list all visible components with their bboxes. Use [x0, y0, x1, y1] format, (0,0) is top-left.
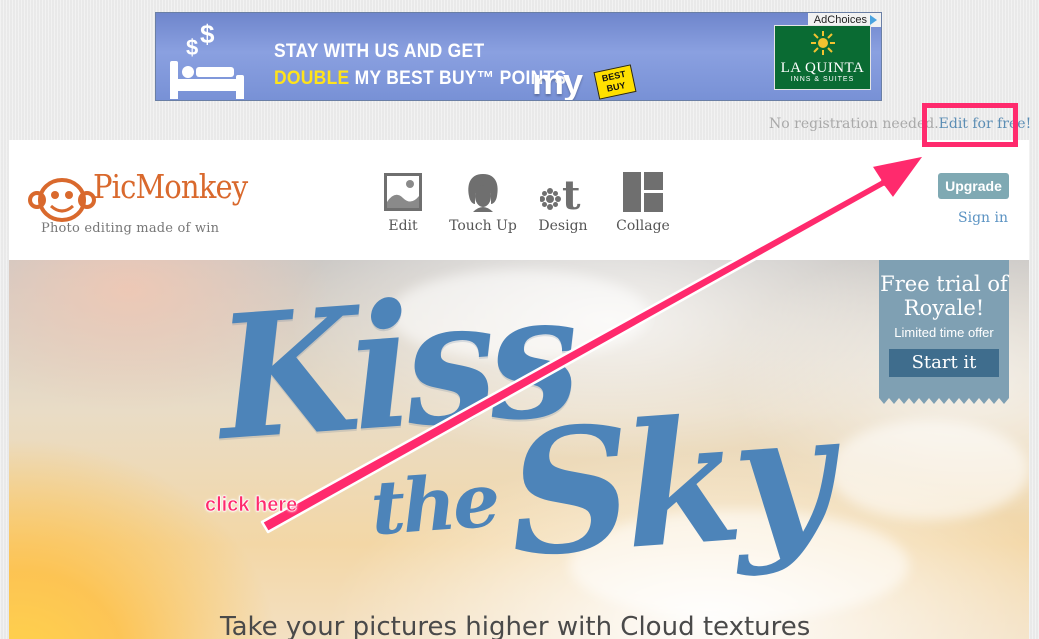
brand-tagline: Photo editing made of win	[41, 221, 220, 236]
cloud-shape	[829, 420, 1029, 520]
la-quinta-brand: LA QUINTA	[780, 60, 865, 76]
ad-headline-line2: DOUBLE MY BEST BUY™ POINTS	[274, 68, 566, 90]
nav-collage[interactable]: Collage	[603, 172, 683, 234]
registration-text: No registration needed.	[769, 116, 939, 132]
nav-touch-up-label: Touch Up	[449, 218, 517, 234]
ad-banner[interactable]: AdChoices $ $ STAY WITH US AND GET DOUBL…	[155, 12, 882, 101]
sign-in-link[interactable]: Sign in	[958, 210, 1008, 226]
nav-edit-label: Edit	[388, 218, 418, 234]
hero-subheading: Take your pictures higher with Cloud tex…	[220, 612, 811, 639]
bed-dollar-icon: $ $	[170, 21, 244, 99]
nav-design[interactable]: t Design	[523, 172, 603, 234]
royale-trial-ribbon: Free trial of Royale! Limited time offer…	[879, 260, 1009, 396]
royale-title: Free trial of Royale!	[880, 272, 1008, 320]
start-trial-button[interactable]: Start it	[889, 349, 999, 377]
ad-highlight-word: DOUBLE	[274, 68, 350, 89]
brand-name[interactable]: PicMonkey	[93, 167, 248, 206]
svg-text:$: $	[186, 35, 198, 60]
face-icon	[468, 174, 498, 212]
ad-headline-line1: STAY WITH US AND GET	[274, 41, 485, 62]
click-here-label: click here	[205, 494, 298, 517]
svg-text:$: $	[200, 21, 215, 49]
ad-choices-icon	[870, 15, 877, 25]
upgrade-button[interactable]: Upgrade	[938, 173, 1009, 199]
la-quinta-logo: LA QUINTA INNS & SUITES	[774, 25, 871, 90]
hero-title-the: the	[368, 457, 500, 553]
nav-design-label: Design	[538, 218, 588, 234]
best-buy-logo: BEST BUY	[593, 64, 637, 100]
nav-edit[interactable]: Edit	[363, 172, 443, 234]
royale-subtitle: Limited time offer	[894, 325, 994, 340]
nav-touch-up[interactable]: Touch Up	[443, 172, 523, 234]
collage-icon	[623, 172, 663, 212]
ad-my-label: my	[532, 61, 583, 101]
design-icon: t	[540, 172, 581, 212]
la-quinta-sub: INNS & SUITES	[790, 76, 855, 83]
image-icon	[384, 173, 422, 211]
site-header: PicMonkey Photo editing made of win Edit…	[9, 140, 1029, 260]
hero-title-sky: Sky	[502, 374, 831, 596]
sun-icon	[810, 31, 835, 55]
nav-collage-label: Collage	[616, 218, 670, 234]
hero-banner[interactable]: Kiss the Sky Take your pictures higher w…	[9, 260, 1029, 639]
highlight-box	[922, 103, 1018, 147]
svg-text:t: t	[562, 172, 581, 212]
ribbon-edge	[879, 396, 1009, 404]
